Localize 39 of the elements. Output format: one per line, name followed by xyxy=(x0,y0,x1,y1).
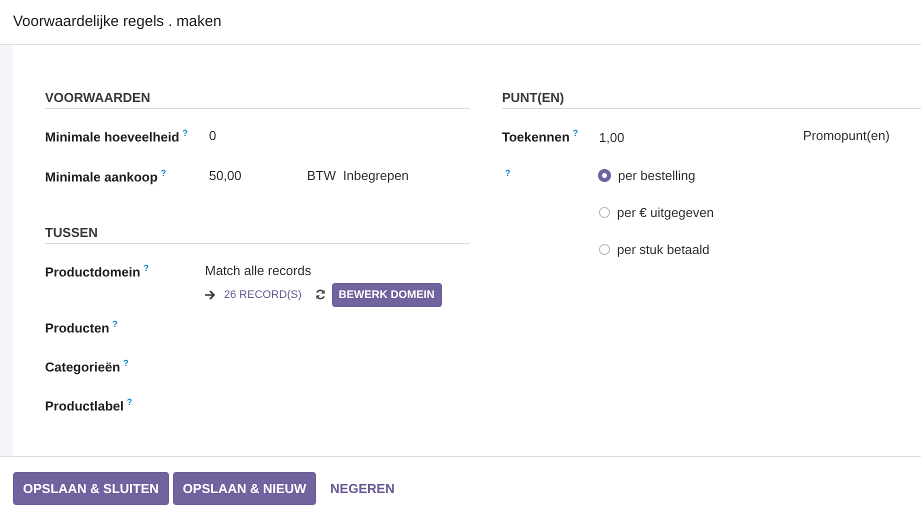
discard-button[interactable]: NEGEREN xyxy=(320,472,405,505)
help-icon[interactable]: ? xyxy=(572,128,578,138)
arrow-right-icon xyxy=(205,290,216,300)
help-icon[interactable]: ? xyxy=(112,318,118,329)
field-label: Minimale aankoop xyxy=(45,169,158,184)
radio-label[interactable]: per stuk betaald xyxy=(617,242,710,257)
field-value[interactable]: Promopunt(en) xyxy=(803,128,921,143)
radio-button[interactable] xyxy=(599,206,610,218)
field-label: Minimale hoeveelheid xyxy=(45,129,180,144)
dialog-title: Voorwaardelijke regels . maken xyxy=(13,13,222,30)
field-value[interactable]: 50,00 xyxy=(209,168,307,183)
edit-domain-button[interactable]: BEWERK DOMEIN xyxy=(332,282,442,307)
section-heading: PUNT(EN) xyxy=(502,88,921,109)
field-label: Toekennen xyxy=(502,129,570,144)
radio-label[interactable]: per € uitgegeven xyxy=(617,204,714,220)
field-label: BTW xyxy=(307,168,337,183)
field-label: Productlabel xyxy=(45,398,124,414)
save-button[interactable]: OPSLAAN & NIEUW xyxy=(172,472,316,505)
records-link[interactable]: 26 RECORD(S) xyxy=(224,288,302,301)
refresh-icon[interactable] xyxy=(314,289,326,300)
field-label: Producten xyxy=(45,320,110,336)
field-value[interactable]: 0 xyxy=(209,128,307,143)
help-icon[interactable]: ? xyxy=(143,262,149,273)
section-heading: VOORWAARDEN xyxy=(45,88,470,109)
field-value[interactable]: 1,00 xyxy=(599,128,803,145)
domain-summary: Match alle records xyxy=(205,262,312,278)
radio-button[interactable] xyxy=(598,168,611,182)
help-icon[interactable]: ? xyxy=(182,128,188,138)
radio-button[interactable] xyxy=(599,244,610,255)
help-icon[interactable]: ? xyxy=(123,358,129,368)
field-label: Categorieën xyxy=(45,359,120,374)
section-heading: TUSSEN xyxy=(45,224,470,244)
help-icon[interactable]: ? xyxy=(126,396,132,407)
field-value[interactable]: Inbegrepen xyxy=(343,168,409,183)
help-icon[interactable]: ? xyxy=(505,168,510,178)
field-label: Productdomein xyxy=(45,264,140,280)
save-button[interactable]: OPSLAAN & SLUITEN xyxy=(13,472,169,505)
radio-label[interactable]: per bestelling xyxy=(618,168,696,183)
help-icon[interactable]: ? xyxy=(160,168,166,178)
